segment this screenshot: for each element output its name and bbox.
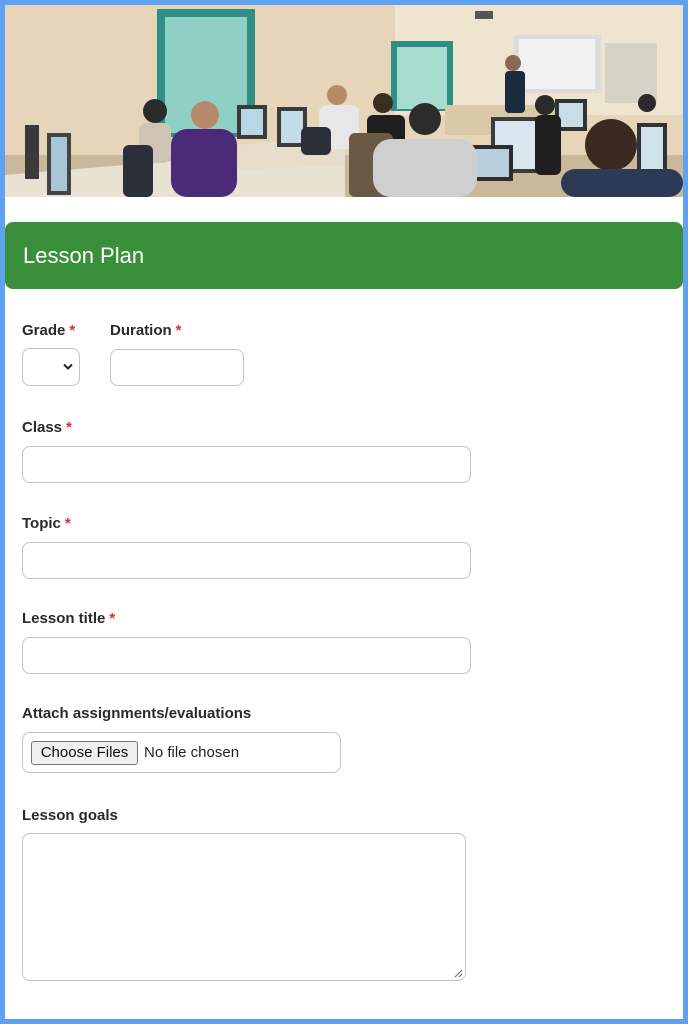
duration-label-text: Duration: [110, 322, 172, 339]
duration-label: Duration *: [110, 322, 182, 339]
topic-label: Topic *: [22, 515, 71, 532]
form-frame: Lesson Plan Grade * Duration * Class * Topi…: [5, 5, 683, 1019]
lesson-title-label-text: Lesson title: [22, 610, 106, 627]
required-asterisk: *: [109, 610, 116, 627]
class-label-text: Class: [22, 419, 63, 436]
file-status-text: No file chosen: [144, 744, 240, 761]
attach-label: Attach assignments/evaluations: [22, 705, 251, 722]
class-label: Class *: [22, 419, 72, 436]
required-asterisk: *: [69, 322, 76, 339]
form-title: Lesson Plan: [23, 243, 145, 268]
topic-input[interactable]: [22, 542, 471, 579]
duration-input[interactable]: [110, 349, 244, 386]
required-asterisk: *: [66, 419, 72, 436]
attach-label-text: Attach assignments/evaluations: [22, 705, 252, 722]
lesson-goals-textarea[interactable]: [22, 833, 466, 981]
class-input[interactable]: [22, 446, 471, 483]
grade-label-text: Grade: [22, 322, 66, 339]
lesson-goals-label: Lesson goals: [22, 807, 118, 824]
file-upload-field: Choose Files No file chosen: [22, 732, 341, 773]
chevron-down-icon: [63, 363, 73, 370]
lesson-goals-label-text: Lesson goals: [22, 807, 118, 824]
grade-label: Grade *: [22, 322, 75, 339]
topic-label-text: Topic: [22, 515, 61, 532]
classroom-photo: [5, 5, 683, 197]
header-photo: [5, 5, 683, 197]
resize-grip-icon[interactable]: [454, 969, 463, 978]
lesson-title-label: Lesson title *: [22, 610, 115, 627]
lesson-title-input[interactable]: [22, 637, 471, 674]
choose-files-button[interactable]: Choose Files: [31, 741, 138, 765]
form-header-banner: Lesson Plan: [5, 222, 683, 289]
required-asterisk: *: [64, 515, 71, 532]
grade-select[interactable]: [22, 348, 80, 386]
required-asterisk: *: [175, 322, 182, 339]
